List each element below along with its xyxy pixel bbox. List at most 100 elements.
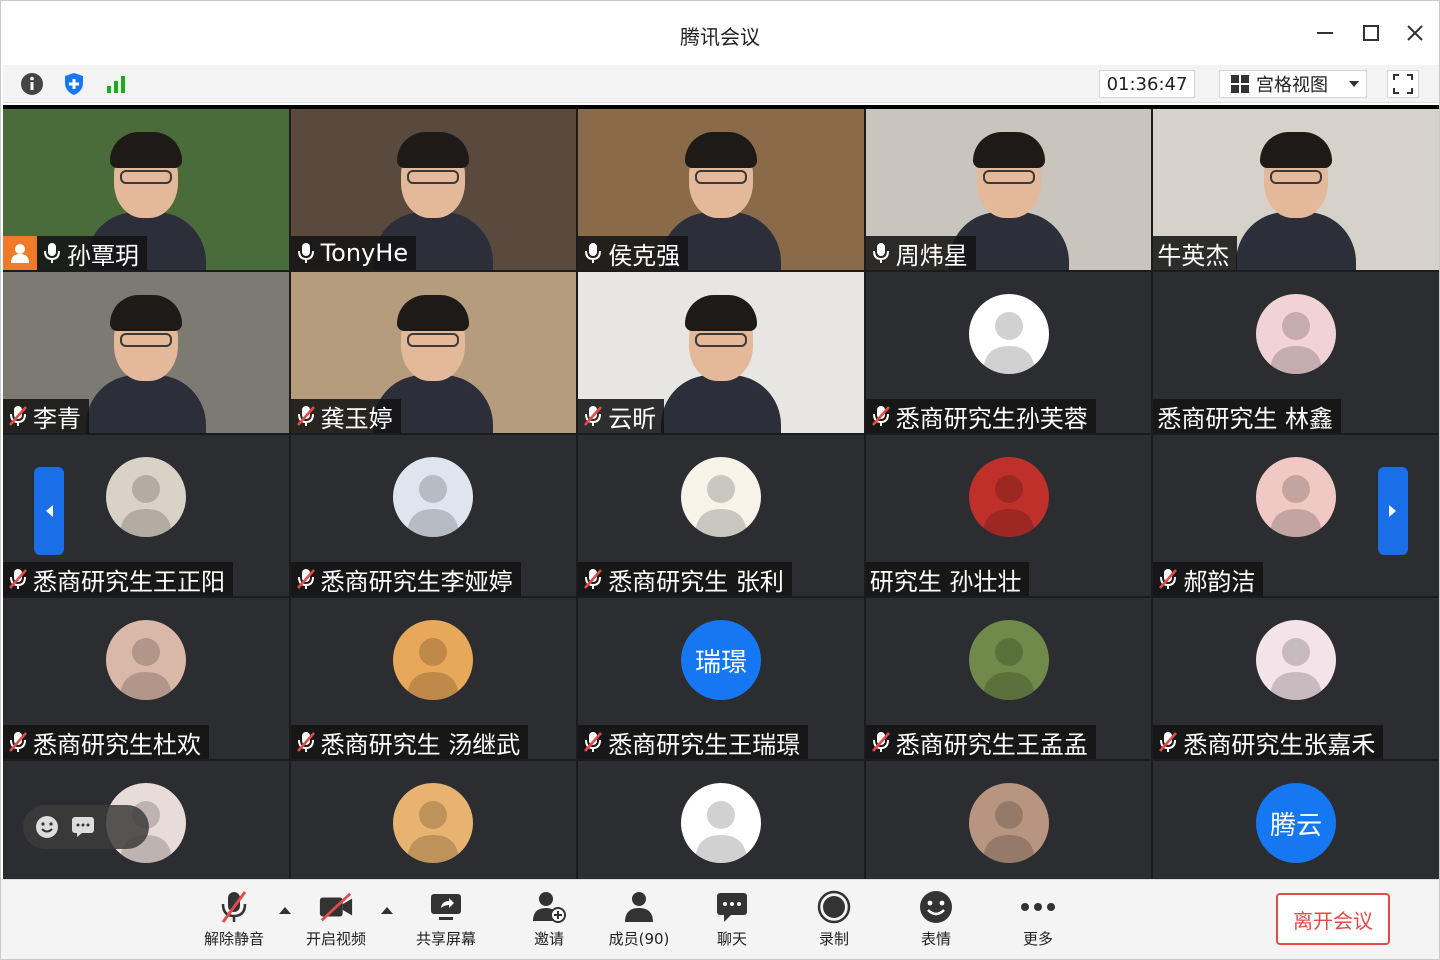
meeting-timer: 01:36:47 — [1099, 70, 1195, 98]
participant-tile[interactable]: 研究生 孙壮壮 — [865, 435, 1152, 596]
participant-avatar — [968, 620, 1049, 700]
chevron-left-icon — [46, 505, 53, 517]
participant-name: 云昕 — [608, 404, 657, 433]
video-options-caret-icon[interactable] — [380, 904, 394, 918]
participant-name: 悉商研究生孙芙蓉 — [895, 404, 1088, 433]
chat-button[interactable]: 聊天 — [687, 890, 777, 952]
emoji-icon — [36, 816, 58, 838]
unmute-label: 解除静音 — [203, 930, 264, 948]
participant-name: 龚玉婷 — [320, 404, 393, 433]
participant-name-tag: 郝韵洁 — [1153, 562, 1264, 596]
participant-tile[interactable]: 悉商研究生张嘉禾 — [1153, 598, 1439, 759]
reactions-button[interactable]: 表情 — [891, 890, 981, 952]
invite-button[interactable]: 邀请 — [504, 890, 594, 952]
participant-name-tag: 云昕 — [578, 399, 665, 433]
participant-tile[interactable] — [290, 761, 577, 879]
participant-tile[interactable]: 悉商研究生王孟孟 — [865, 598, 1152, 759]
participant-tile[interactable]: 悉商研究生孙芙蓉 — [865, 272, 1152, 433]
signal-strength-icon[interactable] — [103, 71, 129, 97]
meeting-window: 腾讯会议 01:36:47 宫格视图 孙覃玥 TonyHe 侯克强 周炜星 牛英… — [0, 0, 1440, 960]
participant-avatar — [393, 620, 474, 700]
leave-meeting-button[interactable]: 离开会议 — [1276, 893, 1390, 945]
participant-name: TonyHe — [320, 239, 409, 267]
control-bar: 解除静音 开启视频 共享屏幕 邀请 成员(90) 聊天 录制 表情 更多 离开会… — [1, 879, 1439, 959]
audio-options-caret-icon[interactable] — [278, 904, 292, 918]
participant-video-figure — [85, 293, 206, 433]
chat-icon — [717, 893, 747, 922]
participant-tile[interactable]: 悉商研究生李娅婷 — [290, 435, 577, 596]
close-button[interactable] — [1397, 17, 1433, 49]
participant-tile[interactable]: 悉商研究生 林鑫 — [1153, 272, 1439, 433]
security-shield-icon[interactable] — [61, 71, 87, 97]
more-button[interactable]: 更多 — [993, 890, 1083, 952]
mic-muted-icon — [582, 404, 604, 428]
minimize-icon — [1317, 32, 1333, 34]
participant-name-tag: 周炜星 — [865, 236, 976, 270]
participant-tile[interactable]: 孙覃玥 — [3, 109, 289, 270]
participant-name-tag: 悉商研究生王孟孟 — [865, 725, 1096, 759]
participant-tile[interactable] — [865, 761, 1152, 879]
minimize-button[interactable] — [1307, 17, 1343, 49]
maximize-button[interactable] — [1353, 17, 1389, 49]
view-mode-selector[interactable]: 宫格视图 — [1219, 70, 1367, 98]
participant-name-tag: 牛英杰 — [1153, 236, 1238, 270]
mic-muted-icon — [1157, 730, 1179, 754]
members-icon — [625, 892, 653, 922]
participant-tile[interactable]: 侯克强 — [578, 109, 864, 270]
participant-avatar — [1256, 457, 1337, 537]
view-mode-label: 宫格视图 — [1256, 75, 1328, 96]
chat-label: 聊天 — [716, 930, 747, 948]
participant-name-tag: 悉商研究生 汤继武 — [290, 725, 529, 759]
participant-avatar — [680, 783, 761, 863]
add-user-icon — [533, 892, 566, 923]
chevron-down-icon — [1349, 81, 1359, 87]
floating-quick-bar[interactable] — [23, 805, 149, 849]
participant-name: 悉商研究生王瑞璟 — [608, 730, 801, 759]
window-title: 腾讯会议 — [680, 25, 760, 49]
participant-name-tag: 李青 — [3, 399, 89, 433]
participant-name-tag: 孙覃玥 — [3, 236, 147, 270]
participant-video-figure — [660, 293, 781, 433]
participant-tile[interactable]: 李青 — [3, 272, 289, 433]
participant-name-tag: 悉商研究生王正阳 — [3, 562, 233, 596]
participant-tile[interactable]: 龚玉婷 — [290, 272, 577, 433]
participant-avatar — [1256, 294, 1337, 374]
meeting-toolbar: 01:36:47 宫格视图 — [3, 65, 1439, 103]
more-label: 更多 — [1022, 930, 1053, 948]
participant-name: 郝韵洁 — [1183, 567, 1256, 596]
participant-avatar — [105, 620, 186, 700]
close-icon — [1407, 25, 1423, 41]
participant-tile[interactable]: 云昕 — [578, 272, 864, 433]
chat-bubble-icon — [72, 817, 94, 837]
participant-tile[interactable]: 牛英杰 — [1153, 109, 1439, 270]
maximize-icon — [1363, 25, 1379, 41]
participant-tile[interactable]: TonyHe — [290, 109, 577, 270]
next-page-button[interactable] — [1378, 467, 1408, 555]
participant-name-tag: 侯克强 — [578, 236, 689, 270]
info-icon[interactable] — [19, 71, 45, 97]
unmute-button[interactable]: 解除静音 — [189, 890, 279, 952]
participant-name: 悉商研究生杜欢 — [33, 730, 201, 759]
mic-muted-icon — [295, 567, 317, 591]
participant-name: 牛英杰 — [1157, 241, 1230, 270]
participant-tile[interactable]: 悉商研究生杜欢 — [3, 598, 289, 759]
participant-tile[interactable]: 悉商研究生 汤继武 — [290, 598, 577, 759]
fullscreen-button[interactable] — [1387, 70, 1419, 98]
participant-name: 悉商研究生 张利 — [608, 567, 784, 596]
start-video-button[interactable]: 开启视频 — [291, 890, 381, 952]
participant-tile[interactable]: 腾云 — [1153, 761, 1439, 879]
participant-tile[interactable]: 周炜星 — [865, 109, 1152, 270]
participant-tile[interactable] — [578, 761, 864, 879]
share-screen-button[interactable]: 共享屏幕 — [401, 890, 491, 952]
participant-tile[interactable]: 悉商研究生 张利 — [578, 435, 864, 596]
members-button[interactable]: 成员(90) — [594, 890, 684, 952]
participant-name: 孙覃玥 — [67, 241, 139, 270]
participant-name: 悉商研究生张嘉禾 — [1183, 730, 1376, 759]
prev-page-button[interactable] — [34, 467, 64, 555]
participant-avatar — [680, 457, 761, 537]
participant-tile[interactable]: 瑞璟 悉商研究生王瑞璟 — [578, 598, 864, 759]
record-button[interactable]: 录制 — [789, 890, 879, 952]
mic-muted-icon — [582, 730, 604, 754]
video-grid: 孙覃玥 TonyHe 侯克强 周炜星 牛英杰李青 龚玉婷 云昕 悉商研究生孙芙蓉 悉商研究生 林… — [3, 105, 1439, 879]
mic-muted-icon — [1157, 567, 1179, 591]
